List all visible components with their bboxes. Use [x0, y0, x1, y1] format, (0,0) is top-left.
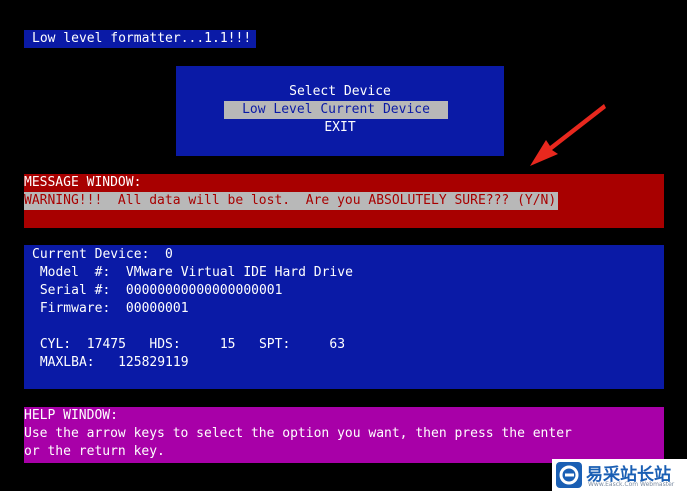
app-title: Low level formatter...1.1!!!	[24, 30, 256, 48]
main-menu: Select Device Low Level Current Device E…	[176, 66, 504, 156]
help-text-line-2: or the return key.	[24, 444, 165, 459]
device-geometry: CYL: 17475 HDS: 15 SPT: 63	[32, 337, 346, 352]
menu-item-low-level-current-device[interactable]: Low Level Current Device	[224, 101, 448, 119]
message-window: MESSAGE WINDOW: WARNING!!! All data will…	[24, 174, 664, 228]
menu-item-exit[interactable]: EXIT	[176, 119, 504, 137]
help-window: HELP WINDOW: Use the arrow keys to selec…	[24, 407, 664, 463]
device-model: Model #: VMware Virtual IDE Hard Drive	[32, 265, 353, 280]
current-device-label: Current Device: 0	[32, 247, 173, 262]
annotation-arrow-icon	[530, 104, 606, 166]
message-window-header: MESSAGE WINDOW:	[24, 175, 142, 190]
site-watermark: 易采站长站 Www.Easck.Com Webmaster	[552, 459, 687, 491]
site-logo-icon	[556, 462, 582, 488]
device-maxlba: MAXLBA: 125829119	[32, 355, 189, 370]
help-window-header: HELP WINDOW:	[24, 408, 118, 423]
device-firmware: Firmware: 00000001	[32, 301, 189, 316]
device-serial: Serial #: 00000000000000000001	[32, 283, 283, 298]
watermark-subtitle: Www.Easck.Com Webmaster	[588, 481, 675, 488]
menu-item-select-device[interactable]: Select Device	[176, 83, 504, 101]
device-info-window: Current Device: 0 Model #: VMware Virtua…	[24, 245, 664, 389]
help-text-line-1: Use the arrow keys to select the option …	[24, 426, 572, 441]
warning-message: WARNING!!! All data will be lost. Are yo…	[24, 192, 559, 210]
